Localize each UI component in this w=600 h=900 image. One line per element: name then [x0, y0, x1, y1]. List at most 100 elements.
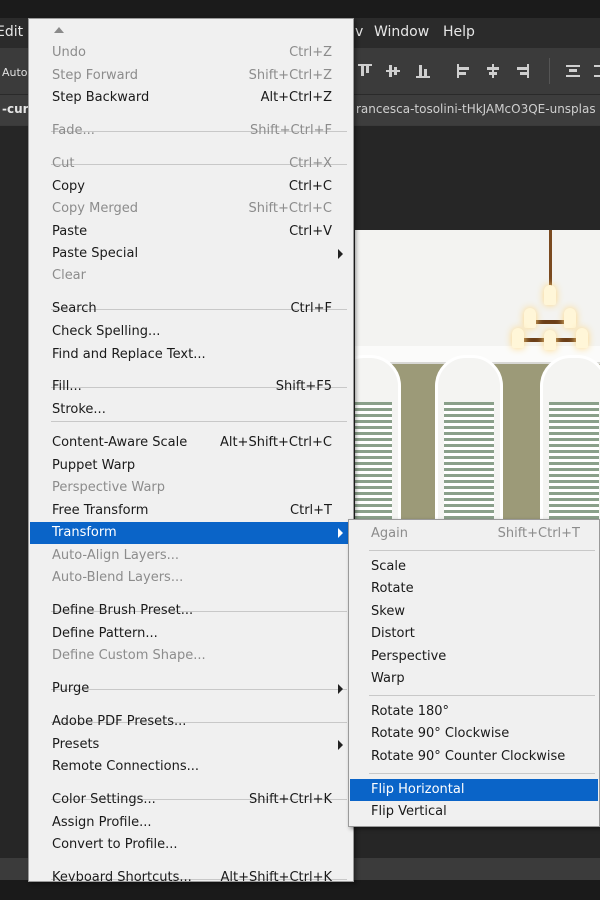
menu-item-label: Keyboard Shortcuts...: [52, 870, 192, 882]
menu-item-label: Remote Connections...: [52, 759, 200, 774]
menu-item-remote-connections[interactable]: Remote Connections...: [30, 756, 352, 778]
menu-item-stroke[interactable]: Stroke...: [30, 399, 352, 421]
menu-window[interactable]: Window: [374, 24, 429, 40]
menu-item-keyboard-shortcuts[interactable]: Keyboard Shortcuts... Alt+Shift+Ctrl+K: [30, 867, 352, 882]
menu-item-shortcut: Ctrl+F: [290, 301, 332, 316]
menu-item-label: Copy Merged: [52, 201, 138, 216]
submenu-arrow-icon: [338, 249, 343, 259]
submenu-item-skew[interactable]: Skew: [350, 601, 598, 623]
menu-item-label: Adobe PDF Presets...: [52, 714, 187, 729]
menu-item-clear: Clear: [30, 265, 352, 287]
menu-item-label: Color Settings...: [52, 792, 156, 807]
menu-item-adobe-pdf-presets[interactable]: Adobe PDF Presets...: [30, 711, 352, 733]
menu-item-label: Undo: [52, 45, 86, 60]
menu-item-paste-special[interactable]: Paste Special: [30, 243, 352, 265]
menu-item-label: Free Transform: [52, 503, 149, 518]
submenu-item-label: Rotate 180°: [371, 704, 450, 719]
menu-view-partial[interactable]: v: [355, 24, 363, 40]
submenu-item-label: Scale: [371, 559, 406, 574]
menu-item-shortcut: Shift+Ctrl+F: [250, 123, 332, 138]
menu-item-paste[interactable]: Paste Ctrl+V: [30, 221, 352, 243]
submenu-item-rotate-180[interactable]: Rotate 180°: [350, 701, 598, 723]
submenu-item-label: Again: [371, 526, 408, 541]
menu-help[interactable]: Help: [443, 24, 475, 40]
menu-item-puppet-warp[interactable]: Puppet Warp: [30, 455, 352, 477]
submenu-item-label: Distort: [371, 626, 415, 641]
menu-item-label: Content-Aware Scale: [52, 435, 188, 450]
submenu-item-distort[interactable]: Distort: [350, 623, 598, 645]
menu-item-label: Define Custom Shape...: [52, 648, 206, 663]
align-top-icon[interactable]: [358, 64, 372, 78]
menu-edit[interactable]: Edit: [0, 24, 23, 40]
submenu-item-scale[interactable]: Scale: [350, 556, 598, 578]
menu-item-label: Fill...: [52, 379, 82, 394]
menu-item-transform[interactable]: Transform: [30, 522, 352, 544]
menu-item-step-backward[interactable]: Step Backward Alt+Ctrl+Z: [30, 87, 352, 109]
menu-item-find-and-replace-text[interactable]: Find and Replace Text...: [30, 344, 352, 366]
menu-item-label: Fade...: [52, 123, 95, 138]
options-divider: [549, 58, 550, 84]
distribute-center-icon[interactable]: [594, 64, 600, 78]
scroll-up-icon[interactable]: [54, 27, 64, 33]
menu-item-label: Purge: [52, 681, 90, 696]
align-right-icon[interactable]: [515, 64, 529, 78]
submenu-item-rotate-90-clockwise[interactable]: Rotate 90° Clockwise: [350, 723, 598, 745]
submenu-item-perspective[interactable]: Perspective: [350, 646, 598, 668]
menu-item-define-brush-preset[interactable]: Define Brush Preset...: [30, 600, 352, 622]
menu-item-define-pattern[interactable]: Define Pattern...: [30, 623, 352, 645]
align-vertical-center-icon[interactable]: [386, 64, 400, 78]
submenu-item-label: Rotate 90° Clockwise: [371, 726, 510, 741]
menu-item-shortcut: Alt+Shift+Ctrl+K: [220, 870, 332, 882]
menu-item-copy[interactable]: Copy Ctrl+C: [30, 176, 352, 198]
menu-item-auto-blend-layers: Auto-Blend Layers...: [30, 567, 352, 589]
menu-item-define-custom-shape: Define Custom Shape...: [30, 645, 352, 667]
menu-item-shortcut: Shift+F5: [275, 379, 332, 394]
menu-item-check-spelling[interactable]: Check Spelling...: [30, 321, 352, 343]
align-bottom-icon[interactable]: [416, 64, 430, 78]
menu-item-label: Puppet Warp: [52, 458, 136, 473]
menu-item-free-transform[interactable]: Free Transform Ctrl+T: [30, 500, 352, 522]
document-tab-active[interactable]: rancesca-tosolini-tHkJAMcO3QE-unsplas: [356, 102, 596, 116]
menu-item-shortcut: Ctrl+T: [290, 503, 332, 518]
bottom-strip: [0, 880, 600, 900]
submenu-separator: [369, 773, 595, 774]
menu-item-label: Define Brush Preset...: [52, 603, 194, 618]
menu-item-shortcut: Ctrl+X: [289, 156, 332, 171]
menu-item-convert-to-profile[interactable]: Convert to Profile...: [30, 834, 352, 856]
submenu-item-again: Again Shift+Ctrl+T: [350, 523, 598, 545]
menu-item-search[interactable]: Search Ctrl+F: [30, 298, 352, 320]
submenu-arrow-icon: [338, 740, 343, 750]
menu-item-purge[interactable]: Purge: [30, 678, 352, 700]
submenu-item-label: Rotate: [371, 581, 414, 596]
menu-item-shortcut: Alt+Shift+Ctrl+C: [219, 435, 332, 450]
menu-item-auto-align-layers: Auto-Align Layers...: [30, 545, 352, 567]
menu-item-label: Search: [52, 301, 97, 316]
align-horizontal-center-icon[interactable]: [486, 64, 500, 78]
menu-item-fill[interactable]: Fill... Shift+F5: [30, 376, 352, 398]
submenu-item-flip-horizontal[interactable]: Flip Horizontal: [350, 779, 598, 801]
submenu-item-warp[interactable]: Warp: [350, 668, 598, 690]
menu-item-shortcut: Alt+Ctrl+Z: [260, 90, 332, 105]
menu-item-color-settings[interactable]: Color Settings... Shift+Ctrl+K: [30, 789, 352, 811]
menu-item-label: Auto-Blend Layers...: [52, 570, 184, 585]
menu-item-label: Define Pattern...: [52, 626, 158, 641]
menu-separator: [51, 421, 347, 422]
submenu-item-flip-vertical[interactable]: Flip Vertical: [350, 801, 598, 823]
menu-item-presets[interactable]: Presets: [30, 734, 352, 756]
edit-menu: Undo Ctrl+Z Step Forward Shift+Ctrl+Z Step B…: [28, 18, 354, 882]
menu-item-shortcut: Shift+Ctrl+C: [248, 201, 332, 216]
distribute-top-icon[interactable]: [566, 64, 580, 78]
title-strip: [0, 0, 600, 18]
submenu-item-label: Skew: [371, 604, 405, 619]
menu-item-assign-profile[interactable]: Assign Profile...: [30, 812, 352, 834]
menu-item-label: Convert to Profile...: [52, 837, 178, 852]
submenu-item-rotate-90-counter-clockwise[interactable]: Rotate 90° Counter Clockwise: [350, 746, 598, 768]
submenu-arrow-icon: [338, 528, 343, 538]
menu-item-content-aware-scale[interactable]: Content-Aware Scale Alt+Shift+Ctrl+C: [30, 432, 352, 454]
menu-item-label: Transform: [52, 525, 117, 540]
submenu-arrow-icon: [338, 684, 343, 694]
menu-item-fade: Fade... Shift+Ctrl+F: [30, 120, 352, 142]
menu-item-cut: Cut Ctrl+X: [30, 153, 352, 175]
submenu-item-rotate[interactable]: Rotate: [350, 578, 598, 600]
align-left-icon[interactable]: [457, 64, 471, 78]
